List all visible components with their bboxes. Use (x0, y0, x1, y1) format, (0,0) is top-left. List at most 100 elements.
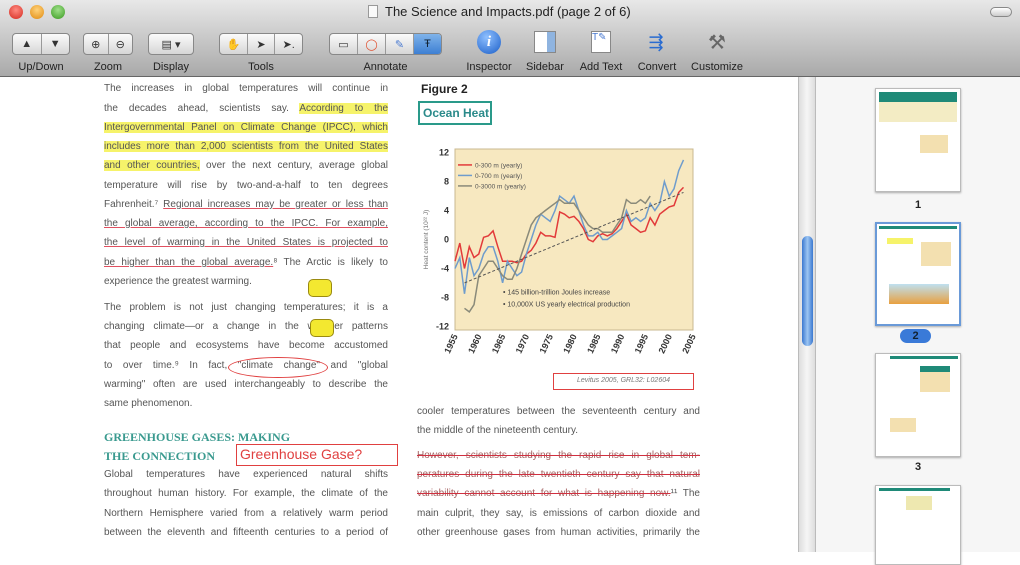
page-number-2-selected: 2 (900, 329, 931, 343)
text-span: same phenomenon. (104, 398, 193, 409)
text-span: between the eleventh and fifteenth centu… (104, 527, 388, 538)
text-line: cooler temperatures between the seventee… (417, 405, 700, 419)
text-annotation-icon[interactable]: Ŧ (414, 34, 441, 54)
pdf-page[interactable]: The increases in global temperatures wil… (0, 77, 798, 552)
vertical-scrollbar[interactable] (798, 77, 816, 552)
y-tick-label: 12 (439, 148, 449, 158)
text-select-arrow-icon[interactable]: ➤. (275, 34, 302, 54)
customize-tools-icon[interactable]: ⚒ (704, 29, 730, 55)
underlined-text: the global average, according to the IPC… (104, 218, 388, 229)
text-line: experience the greatest warming. (104, 275, 388, 289)
page-down-button[interactable]: ▼ (42, 34, 70, 54)
convert-label[interactable]: Convert (632, 61, 682, 73)
sidebar-icon[interactable] (532, 29, 558, 55)
text-line: between the eleventh and fifteenth centu… (104, 526, 388, 540)
x-tick-label: 1985 (585, 333, 603, 355)
text-span: the decades ahead, scientists say. (104, 103, 300, 114)
text-span: throughout human history. For example, t… (104, 488, 388, 499)
display-dropdown[interactable]: ▤ ▾ (148, 33, 194, 55)
info-icon[interactable]: i (476, 29, 502, 55)
text-span: that people and ecosystems have become a… (104, 340, 388, 351)
add-text-label[interactable]: Add Text (574, 61, 628, 73)
minimize-window-button[interactable] (30, 5, 44, 19)
highlighted-text: includes more than 2,000 scientists from… (104, 141, 388, 152)
text-line: main culprit, they say, is emissions of … (417, 507, 700, 521)
tools-control: ✋ ➤ ➤. (219, 33, 303, 55)
inspector-label[interactable]: Inspector (462, 61, 516, 73)
page-thumbnail-1[interactable] (875, 88, 961, 192)
text-span: temperature will rise by two-and-a-half … (104, 180, 388, 191)
close-window-button[interactable] (9, 5, 23, 19)
hand-tool-icon[interactable]: ✋ (220, 34, 248, 54)
text-span: cooler temperatures between the seventee… (417, 406, 700, 417)
zoom-control: ⊕ ⊖ (83, 33, 133, 55)
text-span: Northern Hemisphere varied from a relati… (104, 508, 388, 519)
note-annotation-icon[interactable] (310, 319, 334, 337)
y-tick-label: 0 (444, 235, 449, 245)
zoom-out-icon[interactable]: ⊖ (109, 34, 133, 54)
text-span: experience the greatest warming. (104, 276, 252, 287)
text-line: be higher than the global average.⁸ The … (104, 256, 388, 270)
text-line: temperature will rise by two-and-a-half … (104, 179, 388, 193)
zoom-in-icon[interactable]: ⊕ (84, 34, 109, 54)
x-tick-label: 1990 (609, 333, 627, 355)
legend-label: 0-700 m (yearly) (475, 173, 522, 180)
pen-annotation-icon[interactable]: ✎ (386, 34, 414, 54)
text-line: However, scientists studying the rapid r… (417, 449, 700, 463)
underlined-text: Regional increases may be greater or les… (163, 199, 388, 210)
text-span: changing climate—or a change in the weat… (104, 321, 388, 332)
text-line: the middle of the nineteenth century. (417, 424, 700, 438)
note-annotation-icon[interactable]: ▭ (330, 34, 358, 54)
section-heading-line1: GREENHOUSE GASES: MAKING (104, 430, 291, 444)
text-span: warming" often are used interchangeably … (104, 379, 388, 390)
oval-annotation[interactable] (228, 357, 328, 378)
sidebar-label[interactable]: Sidebar (520, 61, 570, 73)
x-tick-label: 1970 (514, 333, 532, 355)
strikethrough-text: peratures during the late twentieth cent… (417, 469, 700, 480)
toolbar-toggle-button[interactable] (990, 7, 1012, 17)
text-line: The increases in global temperatures wil… (104, 82, 388, 96)
text-span: Global temperatures have experienced nat… (104, 469, 388, 480)
text-span: main culprit, they say, is emissions of … (417, 508, 700, 519)
text-span: the middle of the nineteenth century. (417, 425, 579, 436)
page-thumbnail-4[interactable] (875, 485, 961, 565)
page-number-3: 3 (914, 461, 922, 473)
highlighted-text: According to the (299, 103, 389, 114)
scrollbar-thumb[interactable] (802, 236, 813, 346)
citation-box[interactable]: Levitus 2005, GRL32: L02604 (553, 373, 694, 390)
text-span: ¹¹ The (670, 488, 700, 499)
x-tick-label: 1980 (561, 333, 579, 355)
strikethrough-text: However, scientists studying the rapid r… (417, 450, 700, 461)
text-line: includes more than 2,000 scientists from… (104, 140, 388, 154)
x-tick-label: 1960 (466, 333, 484, 355)
page-thumbnail-3[interactable] (875, 353, 961, 457)
add-text-icon[interactable]: T✎ (588, 29, 614, 55)
convert-icon[interactable]: ⇶ (643, 29, 669, 55)
figure-title-box[interactable]: Ocean Heat (418, 101, 492, 125)
text-line: other greenhouse gases from human activi… (417, 526, 700, 540)
page-thumbnail-2[interactable] (875, 222, 961, 326)
chart-annotation: • 145 billion-trillion Joules increase (503, 290, 610, 297)
window-title: The Science and Impacts.pdf (page 2 of 6… (385, 4, 631, 19)
text-line: the global average, according to the IPC… (104, 217, 388, 231)
text-line: Fahrenheit.⁷ Regional increases may be g… (104, 198, 388, 212)
text-span: The increases in global temperatures wil… (104, 83, 388, 94)
section-heading-line2: THE CONNECTION (104, 449, 216, 463)
x-tick-label: 1955 (442, 333, 460, 355)
text-box-annotation[interactable]: Greenhouse Gase? (236, 444, 398, 466)
customize-label[interactable]: Customize (686, 61, 748, 73)
legend-label: 0-3000 m (yearly) (475, 183, 526, 190)
y-tick-label: -12 (436, 321, 449, 331)
text-line: peratures during the late twentieth cent… (417, 468, 700, 482)
text-line: The problem is not just changing tempera… (104, 301, 388, 315)
page-up-button[interactable]: ▲ (13, 34, 42, 54)
text-line: throughout human history. For example, t… (104, 487, 388, 501)
strikethrough-text: variability cannot account for what is h… (417, 488, 671, 499)
y-tick-label: -4 (441, 263, 449, 273)
select-arrow-icon[interactable]: ➤ (248, 34, 276, 54)
figure-label: Figure 2 (421, 82, 468, 96)
x-tick-label: 2000 (656, 333, 674, 355)
note-annotation-icon[interactable] (308, 279, 332, 297)
oval-annotation-icon[interactable]: ◯ (358, 34, 386, 54)
zoom-window-button[interactable] (51, 5, 65, 19)
